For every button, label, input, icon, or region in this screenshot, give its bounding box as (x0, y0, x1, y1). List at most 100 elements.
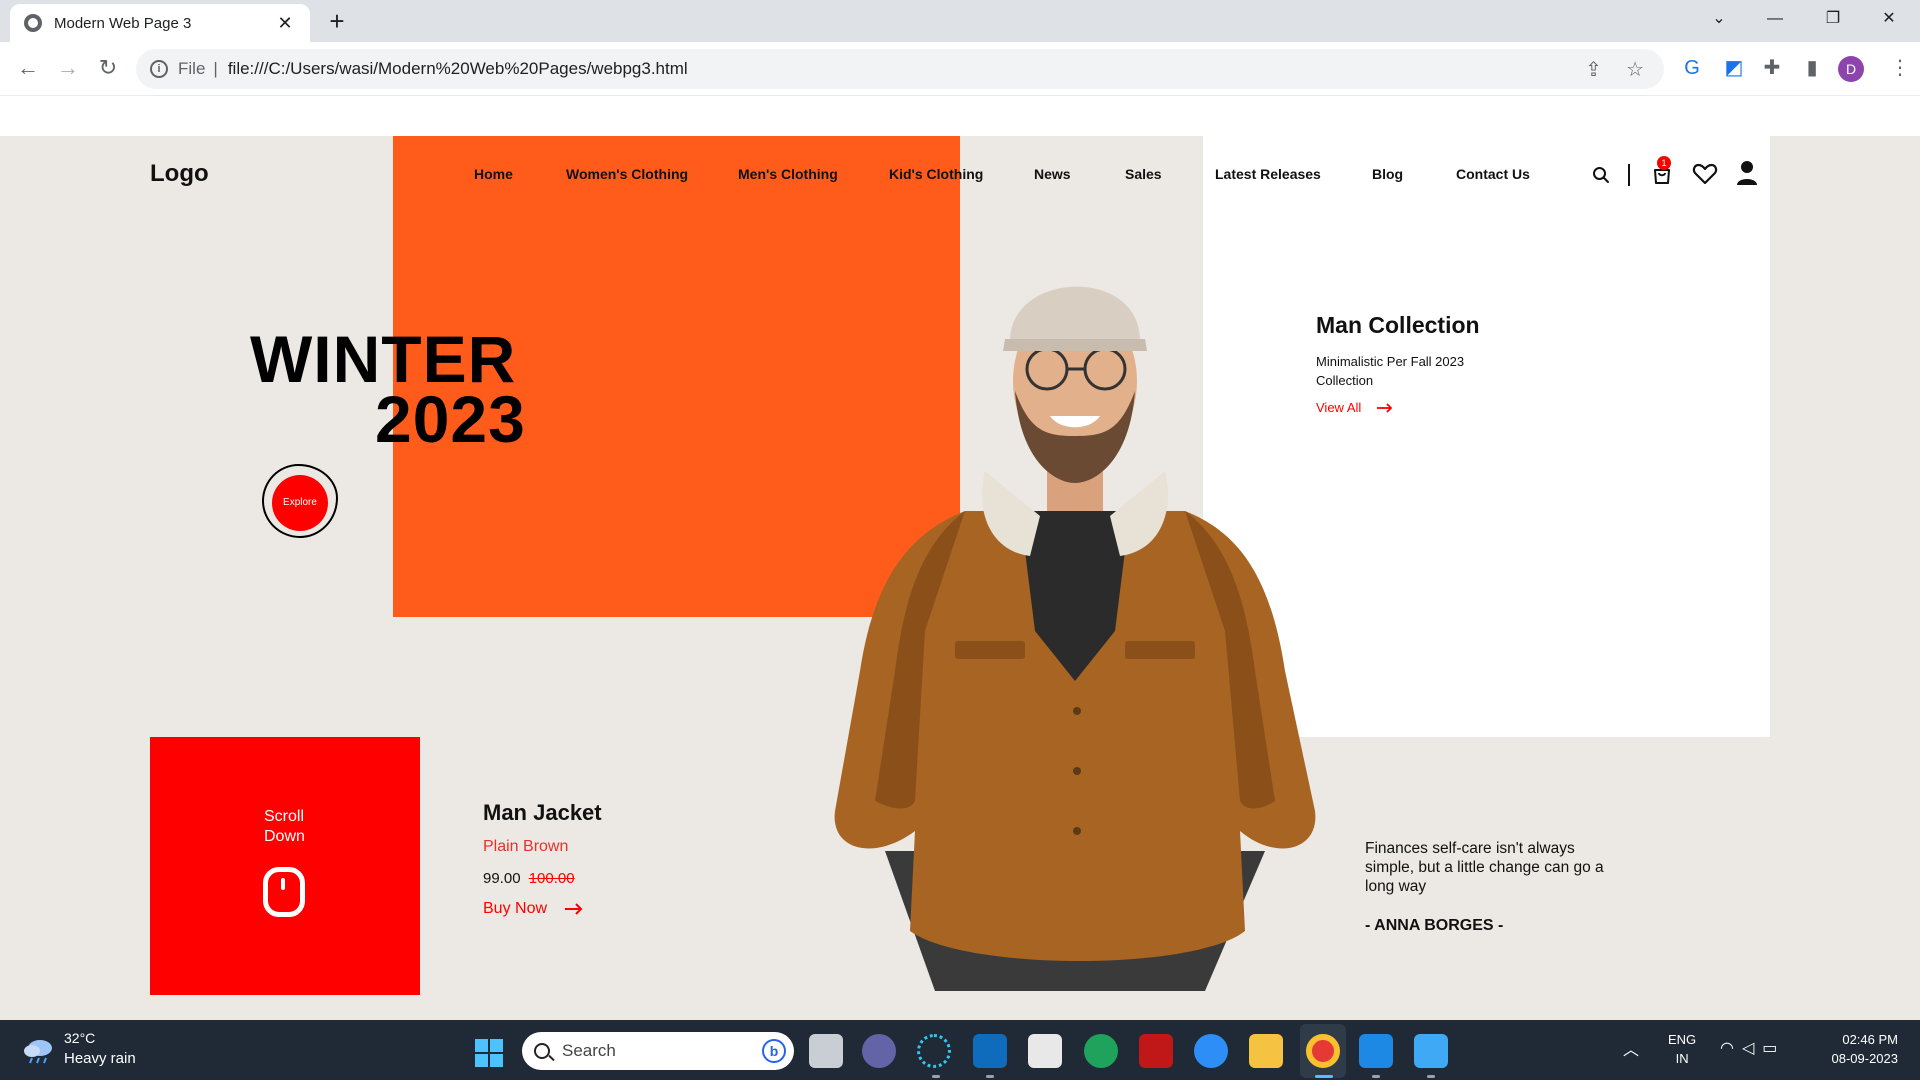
file-explorer-icon[interactable] (1249, 1034, 1283, 1068)
chrome-icon[interactable] (1306, 1034, 1340, 1068)
nav-news[interactable]: News (1034, 166, 1071, 182)
clock-time: 02:46 PM (1842, 1032, 1898, 1047)
current-price: 99.00 (483, 870, 521, 887)
browser-tab[interactable]: Modern Web Page 3 ✕ (10, 4, 310, 42)
volume-icon[interactable]: ◁ (1742, 1040, 1762, 1057)
slack-icon[interactable] (917, 1034, 951, 1068)
tips-icon[interactable] (1194, 1034, 1228, 1068)
forward-button[interactable]: → (52, 52, 84, 84)
reload-button[interactable]: ↻ (92, 52, 124, 84)
clock-date: 08-09-2023 (1831, 1051, 1899, 1066)
collection-description: Minimalistic Per Fall 2023 Collection (1316, 354, 1465, 388)
buy-now-label: Buy Now (483, 900, 548, 917)
restore-button[interactable]: ❐ (1804, 0, 1862, 38)
web-viewport: Logo Home Women's Clothing Men's Clothin… (0, 96, 1920, 1020)
bookmark-star-icon[interactable]: ☆ (1626, 57, 1644, 82)
nav-sales[interactable]: Sales (1125, 166, 1162, 182)
more-menu-icon[interactable]: ⋮ (1884, 52, 1916, 84)
browser-tab-bar: Modern Web Page 3 ✕ + ⌄ — ❐ ✕ (0, 0, 1920, 42)
nav-blog[interactable]: Blog (1372, 166, 1403, 182)
language-region: IN (1675, 1051, 1689, 1066)
puzzle-icon[interactable]: ✚ (1756, 52, 1788, 84)
wifi-icon[interactable]: ◠ (1720, 1040, 1742, 1057)
testimonial-quote: Finances self-care isn't always simple, … (1365, 840, 1604, 895)
store-icon[interactable] (1028, 1034, 1062, 1068)
minimize-button[interactable]: — (1746, 0, 1804, 38)
product-title: Man Jacket (483, 800, 602, 825)
edge-icon[interactable] (1084, 1034, 1118, 1068)
heart-icon[interactable] (1692, 162, 1718, 186)
new-tab-button[interactable]: + (322, 6, 352, 36)
taskbar-search-placeholder: Search (562, 1041, 616, 1060)
side-panel-icon[interactable]: ▮ (1796, 52, 1828, 84)
running-indicator (1372, 1075, 1380, 1078)
nav-home[interactable]: Home (474, 166, 513, 182)
taskbar-search-box[interactable]: Search b (522, 1032, 794, 1070)
hero-title-line2: 2023 (375, 382, 526, 456)
bing-icon[interactable]: b (762, 1039, 786, 1063)
chevron-up-icon[interactable]: ︿ (1623, 1036, 1639, 1060)
tab-close-button[interactable]: ✕ (274, 13, 296, 34)
system-clock[interactable]: 02:46 PM 08-09-2023 (1818, 1030, 1899, 1068)
nav-contact-us[interactable]: Contact Us (1456, 166, 1530, 182)
search-icon (534, 1043, 550, 1059)
translate-icon[interactable]: G (1676, 52, 1708, 84)
back-button[interactable]: ← (12, 52, 44, 84)
nav-mens-clothing[interactable]: Men's Clothing (738, 166, 838, 182)
user-icon[interactable] (1736, 160, 1758, 186)
icon-divider (1628, 164, 1630, 186)
weather-temperature[interactable]: 32°C (64, 1030, 95, 1046)
tab-title: Modern Web Page 3 (54, 14, 192, 32)
language-code: ENG (1668, 1032, 1697, 1047)
running-indicator (932, 1075, 940, 1078)
profile-avatar[interactable]: D (1838, 56, 1864, 82)
file-label: File (178, 59, 206, 78)
info-icon[interactable]: i (150, 60, 168, 78)
nav-kids-clothing[interactable]: Kid's Clothing (889, 166, 983, 182)
task-view-icon[interactable] (809, 1034, 843, 1068)
arrow-right-icon (1377, 402, 1393, 413)
nav-womens-clothing[interactable]: Women's Clothing (566, 166, 688, 182)
address-bar[interactable]: i File | file:///C:/Users/wasi/Modern%20… (136, 49, 1664, 89)
address-separator: | (213, 59, 218, 78)
running-indicator (986, 1075, 994, 1078)
share-icon[interactable]: ⇪ (1585, 57, 1602, 82)
search-icon[interactable] (1592, 166, 1610, 184)
running-indicator (1427, 1075, 1435, 1078)
site-logo[interactable]: Logo (150, 160, 209, 188)
windows-start-icon[interactable] (474, 1038, 504, 1068)
system-tray-icons[interactable]: ◠◁▭ (1720, 1038, 1785, 1058)
teams-icon[interactable] (862, 1034, 896, 1068)
rain-cloud-icon[interactable] (22, 1036, 54, 1064)
product-variant: Plain Brown (483, 838, 569, 855)
extension-icon[interactable]: ◩ (1718, 52, 1750, 84)
browser-toolbar: ← → ↻ i File | file:///C:/Users/wasi/Mod… (0, 42, 1920, 96)
mcafee-icon[interactable] (1139, 1034, 1173, 1068)
product-price: 99.00 100.00 (483, 870, 575, 887)
scroll-down-label: Scroll Down (264, 808, 305, 845)
close-window-button[interactable]: ✕ (1860, 0, 1918, 38)
explore-button[interactable]: Explore (272, 475, 328, 531)
taskbar: 32°C Heavy rain Search b ︿ ENG IN ◠◁▭ 02… (0, 1020, 1920, 1080)
language-indicator[interactable]: ENG IN (1668, 1030, 1696, 1068)
testimonial-author: - ANNA BORGES - (1365, 917, 1504, 934)
vscode-icon[interactable] (1359, 1034, 1393, 1068)
battery-icon[interactable]: ▭ (1762, 1040, 1785, 1057)
mouse-icon (263, 867, 305, 917)
url-text[interactable]: file:///C:/Users/wasi/Modern%20Web%20Pag… (228, 59, 688, 79)
arrow-right-icon (565, 903, 583, 915)
active-indicator (1315, 1075, 1333, 1078)
collection-title: Man Collection (1316, 312, 1480, 338)
page-canvas: Logo Home Women's Clothing Men's Clothin… (0, 136, 1920, 1020)
scroll-down-box[interactable]: Scroll Down (150, 737, 420, 995)
model-photo (834, 286, 1316, 991)
old-price: 100.00 (528, 870, 575, 887)
outlook-icon[interactable] (973, 1034, 1007, 1068)
cart-count-badge: 1 (1657, 156, 1671, 170)
weather-description[interactable]: Heavy rain (64, 1050, 136, 1067)
buy-now-link[interactable]: Buy Now (483, 900, 583, 918)
globe-icon (24, 14, 42, 32)
photos-icon[interactable] (1414, 1034, 1448, 1068)
nav-latest-releases[interactable]: Latest Releases (1215, 166, 1321, 182)
tab-search-chevron-icon[interactable]: ⌄ (1690, 0, 1748, 38)
